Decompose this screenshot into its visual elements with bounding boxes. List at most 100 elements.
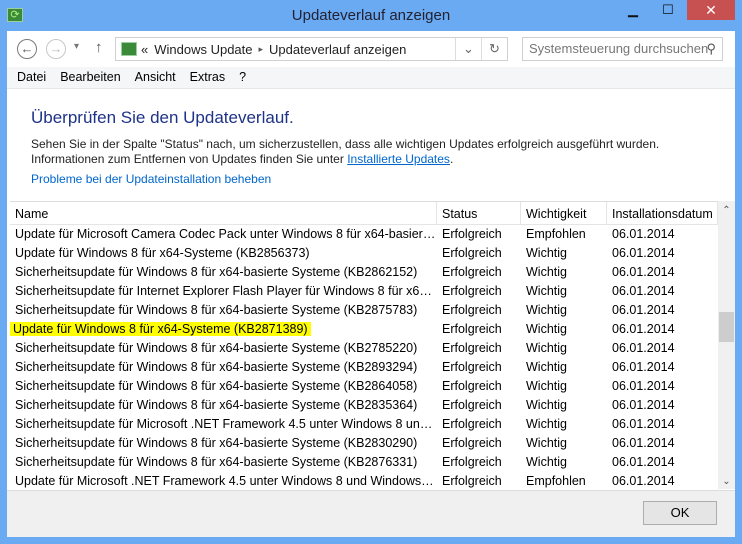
install-date: 06.01.2014 xyxy=(612,417,675,431)
breadcrumb-chevron-icon[interactable]: ▸ xyxy=(259,44,264,55)
recent-pages-dropdown[interactable]: ▾ xyxy=(74,41,79,52)
installed-updates-link[interactable]: Installierte Updates xyxy=(347,152,450,166)
install-date: 06.01.2014 xyxy=(612,303,675,317)
table-row[interactable]: Sicherheitsupdate für Windows 8 für x64-… xyxy=(10,453,718,472)
update-status: Erfolgreich xyxy=(442,417,502,431)
address-bar[interactable]: « Windows Update ▸ Updateverlauf anzeige… xyxy=(115,37,508,61)
breadcrumb-windows-update[interactable]: Windows Update xyxy=(154,42,252,57)
vertical-scrollbar[interactable]: ⌃ ⌄ xyxy=(718,201,735,489)
menu-bearbeiten[interactable]: Bearbeiten xyxy=(50,67,120,88)
update-status: Erfolgreich xyxy=(442,227,502,241)
update-status: Erfolgreich xyxy=(442,246,502,260)
install-date: 06.01.2014 xyxy=(612,265,675,279)
update-importance: Wichtig xyxy=(526,398,567,412)
menu-datei[interactable]: Datei xyxy=(7,67,46,88)
scrollbar-thumb[interactable] xyxy=(719,312,734,342)
update-name: Sicherheitsupdate für Windows 8 für x64-… xyxy=(15,265,418,279)
table-row[interactable]: Sicherheitsupdate für Windows 8 für x64-… xyxy=(10,339,718,358)
table-row[interactable]: Update für Windows 8 für x64-Systeme (KB… xyxy=(10,244,718,263)
update-importance: Wichtig xyxy=(526,360,567,374)
menu-help[interactable]: ? xyxy=(229,67,246,88)
update-name: Sicherheitsupdate für Windows 8 für x64-… xyxy=(15,455,418,469)
breadcrumb-overflow[interactable]: « xyxy=(141,42,148,57)
scroll-down-icon[interactable]: ⌄ xyxy=(718,476,735,487)
install-date: 06.01.2014 xyxy=(612,341,675,355)
title-bar[interactable]: ⟳ Updateverlauf anzeigen ▁ ☐ ✕ xyxy=(0,0,742,32)
update-name: Update für Microsoft .NET Framework 4.5 … xyxy=(15,474,437,488)
column-header-importance[interactable]: Wichtigkeit xyxy=(521,202,607,224)
update-importance: Wichtig xyxy=(526,246,567,260)
update-importance: Wichtig xyxy=(526,265,567,279)
column-header-date[interactable]: Installationsdatum xyxy=(607,202,718,224)
update-importance: Empfohlen xyxy=(526,227,586,241)
update-status: Erfolgreich xyxy=(442,360,502,374)
table-row[interactable]: Update für Microsoft .NET Framework 4.5 … xyxy=(10,472,718,489)
menu-ansicht[interactable]: Ansicht xyxy=(125,67,176,88)
forward-button[interactable]: → xyxy=(46,39,66,59)
table-row[interactable]: Sicherheitsupdate für Windows 8 für x64-… xyxy=(10,434,718,453)
update-status: Erfolgreich xyxy=(442,284,502,298)
search-input[interactable]: Systemsteuerung durchsuchen ⚲ xyxy=(522,37,723,61)
update-name: Sicherheitsupdate für Windows 8 für x64-… xyxy=(15,398,418,412)
update-importance: Wichtig xyxy=(526,379,567,393)
table-row[interactable]: Sicherheitsupdate für Windows 8 für x64-… xyxy=(10,377,718,396)
update-name: Sicherheitsupdate für Windows 8 für x64-… xyxy=(15,379,418,393)
column-header-name[interactable]: Name xyxy=(10,202,437,224)
update-name: Sicherheitsupdate für Windows 8 für x64-… xyxy=(15,436,418,450)
dialog-footer: OK xyxy=(7,490,735,537)
scroll-up-icon[interactable]: ⌃ xyxy=(718,205,735,216)
table-row[interactable]: Sicherheitsupdate für Internet Explorer … xyxy=(10,282,718,301)
window-client: ← → ▾ ↑ « Windows Update ▸ Updateverlauf… xyxy=(7,31,735,537)
update-history-list: Name Status Wichtigkeit Installationsdat… xyxy=(10,201,718,489)
ok-button[interactable]: OK xyxy=(643,501,717,525)
refresh-button[interactable]: ↻ xyxy=(481,38,507,60)
install-date: 06.01.2014 xyxy=(612,227,675,241)
update-importance: Wichtig xyxy=(526,284,567,298)
close-button[interactable]: ✕ xyxy=(687,0,735,20)
up-button[interactable]: ↑ xyxy=(95,39,103,56)
table-row[interactable]: Sicherheitsupdate für Windows 8 für x64-… xyxy=(10,263,718,282)
update-name: Sicherheitsupdate für Internet Explorer … xyxy=(15,284,437,298)
install-date: 06.01.2014 xyxy=(612,474,675,488)
install-date: 06.01.2014 xyxy=(612,322,675,336)
update-status: Erfolgreich xyxy=(442,322,502,336)
update-status: Erfolgreich xyxy=(442,436,502,450)
update-name: Sicherheitsupdate für Windows 8 für x64-… xyxy=(15,341,418,355)
breadcrumb-current[interactable]: Updateverlauf anzeigen xyxy=(269,42,406,57)
update-name: Sicherheitsupdate für Windows 8 für x64-… xyxy=(15,360,418,374)
install-date: 06.01.2014 xyxy=(612,246,675,260)
table-row[interactable]: Sicherheitsupdate für Windows 8 für x64-… xyxy=(10,396,718,415)
navigation-bar: ← → ▾ ↑ « Windows Update ▸ Updateverlauf… xyxy=(7,31,735,67)
update-importance: Wichtig xyxy=(526,341,567,355)
update-name: Update für Microsoft Camera Codec Pack u… xyxy=(15,227,437,241)
description: Sehen Sie in der Spalte "Status" nach, u… xyxy=(31,137,660,166)
update-status: Erfolgreich xyxy=(442,455,502,469)
search-icon[interactable]: ⚲ xyxy=(706,41,716,57)
install-date: 06.01.2014 xyxy=(612,284,675,298)
page-heading: Überprüfen Sie den Updateverlauf. xyxy=(31,108,294,127)
install-date: 06.01.2014 xyxy=(612,455,675,469)
update-importance: Wichtig xyxy=(526,455,567,469)
update-importance: Wichtig xyxy=(526,436,567,450)
minimize-button[interactable]: ▁ xyxy=(620,0,646,20)
update-name: Update für Windows 8 für x64-Systeme (KB… xyxy=(10,320,437,339)
column-header-status[interactable]: Status xyxy=(437,202,521,224)
update-name: Sicherheitsupdate für Windows 8 für x64-… xyxy=(15,303,418,317)
update-importance: Wichtig xyxy=(526,303,567,317)
back-button[interactable]: ← xyxy=(17,39,37,59)
install-date: 06.01.2014 xyxy=(612,398,675,412)
table-row[interactable]: Sicherheitsupdate für Microsoft .NET Fra… xyxy=(10,415,718,434)
update-status: Erfolgreich xyxy=(442,379,502,393)
update-status: Erfolgreich xyxy=(442,398,502,412)
address-dropdown-icon[interactable]: ⌄ xyxy=(456,38,481,60)
update-status: Erfolgreich xyxy=(442,474,502,488)
troubleshoot-link[interactable]: Probleme bei der Updateinstallation behe… xyxy=(31,172,271,186)
table-row[interactable]: Update für Microsoft Camera Codec Pack u… xyxy=(10,225,718,244)
table-row[interactable]: Sicherheitsupdate für Windows 8 für x64-… xyxy=(10,358,718,377)
update-name: Sicherheitsupdate für Microsoft .NET Fra… xyxy=(15,417,437,431)
table-row[interactable]: Update für Windows 8 für x64-Systeme (KB… xyxy=(10,320,718,339)
maximize-button[interactable]: ☐ xyxy=(655,0,681,20)
menu-extras[interactable]: Extras xyxy=(180,67,225,88)
menu-bar: Datei Bearbeiten Ansicht Extras ? xyxy=(7,67,735,89)
table-row[interactable]: Sicherheitsupdate für Windows 8 für x64-… xyxy=(10,301,718,320)
